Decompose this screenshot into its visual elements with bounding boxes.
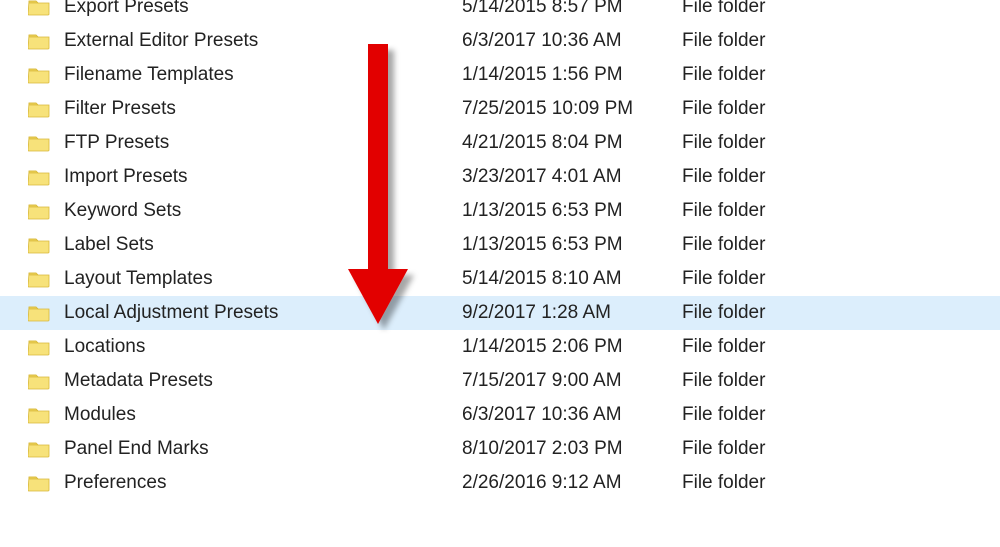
file-name: Filter Presets (64, 98, 462, 120)
file-date: 3/23/2017 4:01 AM (462, 166, 682, 188)
table-row[interactable]: External Editor Presets6/3/2017 10:36 AM… (0, 24, 1000, 58)
folder-icon (28, 134, 50, 152)
table-row[interactable]: Panel End Marks8/10/2017 2:03 PMFile fol… (0, 432, 1000, 466)
file-date: 5/14/2015 8:57 PM (462, 0, 682, 18)
file-date: 8/10/2017 2:03 PM (462, 438, 682, 460)
file-type: File folder (682, 0, 1000, 18)
file-type: File folder (682, 132, 1000, 154)
folder-icon (28, 440, 50, 458)
file-name: Modules (64, 404, 462, 426)
folder-icon (28, 100, 50, 118)
file-type: File folder (682, 64, 1000, 86)
file-type: File folder (682, 370, 1000, 392)
file-type: File folder (682, 268, 1000, 290)
table-row[interactable]: Modules6/3/2017 10:36 AMFile folder (0, 398, 1000, 432)
file-date: 4/21/2015 8:04 PM (462, 132, 682, 154)
file-date: 5/14/2015 8:10 AM (462, 268, 682, 290)
file-date: 6/3/2017 10:36 AM (462, 404, 682, 426)
file-name: Filename Templates (64, 64, 462, 86)
file-name: Layout Templates (64, 268, 462, 290)
folder-icon (28, 236, 50, 254)
table-row[interactable]: Local Adjustment Presets9/2/2017 1:28 AM… (0, 296, 1000, 330)
folder-icon (28, 0, 50, 16)
folder-icon (28, 474, 50, 492)
file-name: External Editor Presets (64, 30, 462, 52)
file-date: 6/3/2017 10:36 AM (462, 30, 682, 52)
file-name: Metadata Presets (64, 370, 462, 392)
table-row[interactable]: Import Presets3/23/2017 4:01 AMFile fold… (0, 160, 1000, 194)
table-row[interactable]: Locations1/14/2015 2:06 PMFile folder (0, 330, 1000, 364)
file-type: File folder (682, 200, 1000, 222)
file-type: File folder (682, 404, 1000, 426)
table-row[interactable]: Layout Templates5/14/2015 8:10 AMFile fo… (0, 262, 1000, 296)
file-date: 1/13/2015 6:53 PM (462, 200, 682, 222)
file-name: Panel End Marks (64, 438, 462, 460)
file-name: FTP Presets (64, 132, 462, 154)
table-row[interactable]: Label Sets1/13/2015 6:53 PMFile folder (0, 228, 1000, 262)
file-type: File folder (682, 234, 1000, 256)
file-date: 2/26/2016 9:12 AM (462, 472, 682, 494)
table-row[interactable]: FTP Presets4/21/2015 8:04 PMFile folder (0, 126, 1000, 160)
folder-icon (28, 202, 50, 220)
folder-icon (28, 406, 50, 424)
file-type: File folder (682, 336, 1000, 358)
file-type: File folder (682, 166, 1000, 188)
table-row[interactable]: Preferences2/26/2016 9:12 AMFile folder (0, 466, 1000, 500)
file-date: 7/25/2015 10:09 PM (462, 98, 682, 120)
file-name: Keyword Sets (64, 200, 462, 222)
table-row[interactable]: Export Presets5/14/2015 8:57 PMFile fold… (0, 0, 1000, 24)
file-type: File folder (682, 30, 1000, 52)
file-name: Import Presets (64, 166, 462, 188)
folder-icon (28, 168, 50, 186)
file-name: Label Sets (64, 234, 462, 256)
folder-icon (28, 372, 50, 390)
table-row[interactable]: Keyword Sets1/13/2015 6:53 PMFile folder (0, 194, 1000, 228)
file-type: File folder (682, 302, 1000, 324)
file-type: File folder (682, 98, 1000, 120)
file-name: Export Presets (64, 0, 462, 18)
folder-icon (28, 66, 50, 84)
file-date: 1/13/2015 6:53 PM (462, 234, 682, 256)
table-row[interactable]: Metadata Presets7/15/2017 9:00 AMFile fo… (0, 364, 1000, 398)
file-date: 1/14/2015 2:06 PM (462, 336, 682, 358)
folder-icon (28, 304, 50, 322)
table-row[interactable]: Filter Presets7/25/2015 10:09 PMFile fol… (0, 92, 1000, 126)
file-name: Local Adjustment Presets (64, 302, 462, 324)
file-type: File folder (682, 438, 1000, 460)
file-date: 9/2/2017 1:28 AM (462, 302, 682, 324)
folder-icon (28, 270, 50, 288)
file-name: Preferences (64, 472, 462, 494)
file-date: 1/14/2015 1:56 PM (462, 64, 682, 86)
folder-icon (28, 32, 50, 50)
folder-icon (28, 338, 50, 356)
file-name: Locations (64, 336, 462, 358)
file-date: 7/15/2017 9:00 AM (462, 370, 682, 392)
file-type: File folder (682, 472, 1000, 494)
file-list[interactable]: Export Presets5/14/2015 8:57 PMFile fold… (0, 0, 1000, 500)
table-row[interactable]: Filename Templates1/14/2015 1:56 PMFile … (0, 58, 1000, 92)
